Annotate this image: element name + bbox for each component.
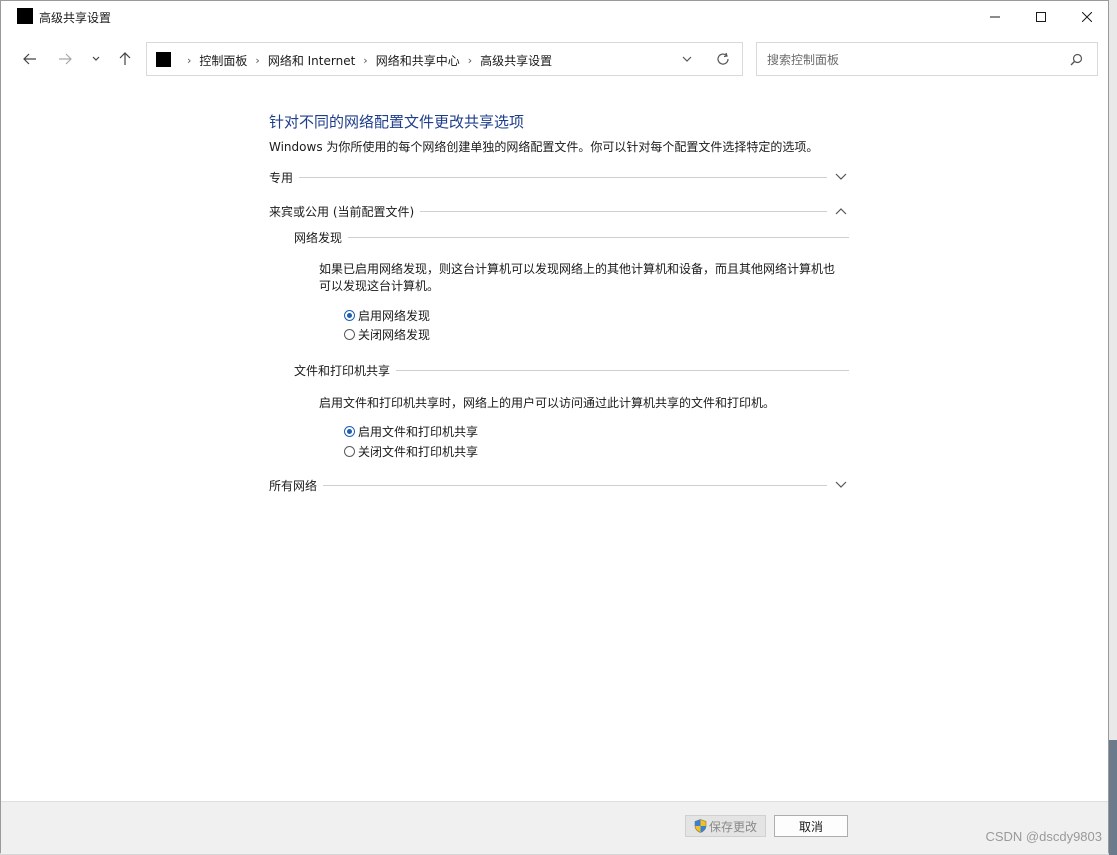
section-private[interactable]: 专用 [269,169,849,187]
up-button[interactable] [113,47,137,71]
refresh-button[interactable] [716,52,730,69]
chevron-right-icon: › [255,54,260,67]
section-all-networks[interactable]: 所有网络 [269,477,849,495]
desktop-background [1109,0,1117,855]
subsection-network-discovery: 网络发现 [294,229,849,247]
maximize-button[interactable] [1018,1,1064,33]
chevron-down-icon [682,56,692,62]
search-input[interactable] [765,50,1059,70]
dialog-footer: 保存更改 取消 [1,801,1108,854]
subsection-divider [294,237,849,238]
main-content: 针对不同的网络配置文件更改共享选项 Windows 为你所使用的每个网络创建单独… [1,77,1108,801]
network-discovery-title: 网络发现 [294,229,349,246]
minimize-icon [990,16,1000,18]
search-box[interactable] [756,42,1098,76]
radio-label: 关闭文件和打印机共享 [358,445,479,459]
search-button[interactable] [1070,53,1083,69]
csdn-watermark: CSDN @dscdy9803 [985,829,1102,844]
section-guest-public-label: 来宾或公用 (当前配置文件) [269,203,421,220]
radio-disable-file-printer-sharing[interactable]: 关闭文件和打印机共享 [344,443,478,460]
radio-unselected-icon[interactable] [344,329,355,340]
control-panel-icon [156,52,171,67]
arrow-up-icon [119,52,131,65]
file-printer-sharing-title: 文件和打印机共享 [294,362,397,379]
breadcrumb-advanced-sharing[interactable]: 高级共享设置 [480,52,552,69]
navigation-bar: › 控制面板 › 网络和 Internet › 网络和共享中心 › 高级共享设置 [1,41,1108,77]
radio-selected-icon[interactable] [344,310,355,321]
radio-label: 启用网络发现 [358,309,431,323]
radio-unselected-icon[interactable] [344,446,355,457]
window-title: 高级共享设置 [39,11,112,25]
title-bar: 高级共享设置 [1,1,1108,33]
breadcrumb-network-internet[interactable]: 网络和 Internet [268,52,355,69]
forward-button[interactable] [53,47,77,71]
breadcrumb: › 控制面板 › 网络和 Internet › 网络和共享中心 › 高级共享设置 [179,52,552,69]
section-private-label: 专用 [269,169,300,186]
breadcrumb-control-panel[interactable]: 控制面板 [199,52,247,69]
radio-label: 启用文件和打印机共享 [358,425,479,439]
file-printer-sharing-description: 启用文件和打印机共享时，网络上的用户可以访问通过此计算机共享的文件和打印机。 [319,396,776,410]
page-title: 针对不同的网络配置文件更改共享选项 [269,113,525,131]
address-bar[interactable]: › 控制面板 › 网络和 Internet › 网络和共享中心 › 高级共享设置 [146,42,743,76]
network-discovery-description: 如果已启用网络发现，则这台计算机可以发现网络上的其他计算机和设备，而且其他网络计… [319,262,836,293]
search-icon [1070,53,1083,66]
section-guest-public[interactable]: 来宾或公用 (当前配置文件) [269,203,849,221]
uac-shield-icon [694,819,707,833]
radio-enable-network-discovery[interactable]: 启用网络发现 [344,307,430,324]
radio-enable-file-printer-sharing[interactable]: 启用文件和打印机共享 [344,423,478,440]
chevron-down-icon[interactable] [835,171,847,183]
control-panel-window: 高级共享设置 › 控制面板 › 网络和 Internet › 网络和共享中心 ›… [0,0,1109,854]
address-history-dropdown[interactable] [682,52,692,69]
app-icon [17,8,33,24]
chevron-down-icon[interactable] [835,479,847,491]
section-divider [269,177,827,178]
arrow-left-icon [23,53,36,65]
subsection-file-printer-sharing: 文件和打印机共享 [294,362,849,380]
save-changes-label: 保存更改 [708,819,757,834]
section-all-networks-label: 所有网络 [269,477,324,494]
close-icon [1082,12,1092,22]
cancel-label: 取消 [798,819,823,834]
back-button[interactable] [18,47,42,71]
recent-locations-button[interactable] [84,47,108,71]
minimize-button[interactable] [972,1,1018,33]
chevron-right-icon: › [467,54,473,67]
maximize-icon [1036,12,1046,22]
chevron-right-icon: › [187,54,192,67]
arrow-right-icon [59,53,72,65]
radio-disable-network-discovery[interactable]: 关闭网络发现 [344,326,430,343]
cancel-button[interactable]: 取消 [774,815,848,837]
radio-label: 关闭网络发现 [358,328,431,342]
desktop-wallpaper-fragment [1109,740,1117,855]
breadcrumb-network-sharing-center[interactable]: 网络和共享中心 [376,52,460,69]
chevron-up-icon[interactable] [835,205,847,217]
page-description: Windows 为你所使用的每个网络创建单独的网络配置文件。你可以针对每个配置文… [269,140,819,154]
refresh-icon [717,52,729,65]
chevron-down-icon [92,56,100,61]
radio-selected-icon[interactable] [344,426,355,437]
chevron-right-icon: › [363,54,368,67]
section-divider [269,485,827,486]
close-button[interactable] [1064,1,1110,33]
save-changes-button[interactable]: 保存更改 [685,815,766,837]
